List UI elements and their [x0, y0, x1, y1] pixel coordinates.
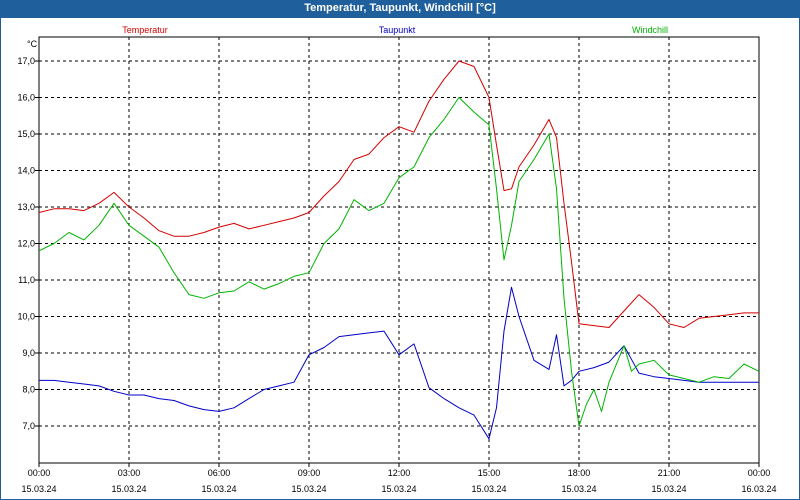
line-chart: °C 17,0 16,0 15,0 14,0 13,0 12,0 11,0 10,0 9,0 8,…	[17, 25, 777, 494]
y-tick-label: 8,0	[22, 385, 35, 395]
legend-item-taupunkt: Taupunkt	[379, 25, 416, 35]
y-tick-label: 10,0	[17, 312, 35, 322]
x-tick-time-label: 00:00	[748, 468, 771, 478]
y-tick-label: 15,0	[17, 129, 35, 139]
y-tick-label: 13,0	[17, 202, 35, 212]
y-tick-label: 17,0	[17, 56, 35, 66]
y-tick-label: 9,0	[22, 348, 35, 358]
x-tick-time-label: 00:00	[28, 468, 51, 478]
x-tick-time-label: 21:00	[658, 468, 681, 478]
y-axis-unit-label: °C	[27, 39, 38, 49]
x-tick-date-label: 15.03.24	[471, 484, 506, 494]
legend-item-temperatur: Temperatur	[122, 25, 168, 35]
x-tick-date-label: 15.03.24	[21, 484, 56, 494]
y-tick-label: 7,0	[22, 421, 35, 431]
y-tick-label: 14,0	[17, 166, 35, 176]
x-tick-date-label: 15.03.24	[291, 484, 326, 494]
x-tick-date-label: 15.03.24	[651, 484, 686, 494]
x-tick-time-label: 06:00	[208, 468, 231, 478]
y-tick-label: 12,0	[17, 239, 35, 249]
x-tick-date-label: 16.03.24	[741, 484, 776, 494]
legend-item-windchill: Windchill	[632, 25, 668, 35]
x-axis-ticks: 00:00 15.03.24 03:00 15.03.24 06:00 15.03.24 0…	[21, 463, 777, 494]
y-axis-ticks: 17,0 16,0 15,0 14,0 13,0 12,0 11,0 10,0 9,0 8,0 7,…	[17, 56, 39, 431]
grid-lines	[39, 37, 759, 463]
x-tick-time-label: 09:00	[298, 468, 321, 478]
x-tick-date-label: 15.03.24	[111, 484, 146, 494]
x-tick-date-label: 15.03.24	[381, 484, 416, 494]
legend: Temperatur Taupunkt Windchill	[122, 25, 668, 35]
y-tick-label: 11,0	[18, 275, 35, 285]
x-tick-date-label: 15.03.24	[201, 484, 236, 494]
y-tick-label: 16,0	[17, 93, 35, 103]
x-tick-time-label: 12:00	[388, 468, 411, 478]
x-tick-time-label: 18:00	[568, 468, 591, 478]
x-tick-time-label: 03:00	[118, 468, 141, 478]
x-tick-time-label: 15:00	[478, 468, 501, 478]
x-tick-date-label: 15.03.24	[561, 484, 596, 494]
